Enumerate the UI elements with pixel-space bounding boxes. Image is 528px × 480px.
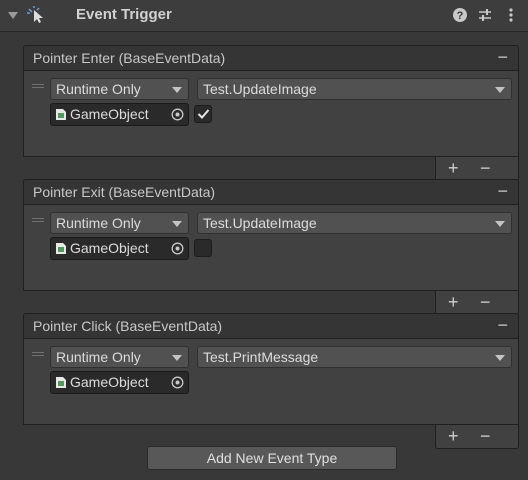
event-title: Pointer Enter (BaseEventData) [33, 50, 226, 66]
event-pointer-exit: Pointer Exit (BaseEventData) − Runtime O… [23, 179, 519, 315]
argument-checkbox[interactable] [194, 239, 212, 257]
add-listener-button[interactable]: + [448, 426, 459, 446]
event-pointer-click: Pointer Click (BaseEventData) − Runtime … [23, 313, 519, 449]
target-object-field[interactable]: GameObject [50, 103, 189, 126]
listener-entry: Runtime Only Test.PrintMessage GameObjec… [23, 339, 519, 425]
function-dropdown[interactable]: Test.PrintMessage [197, 346, 512, 368]
drag-handle-icon[interactable] [32, 218, 44, 224]
svg-text:?: ? [457, 10, 464, 22]
function-dropdown[interactable]: Test.UpdateImage [197, 212, 512, 234]
function-value: Test.UpdateImage [203, 215, 317, 231]
function-dropdown[interactable]: Test.UpdateImage [197, 78, 512, 100]
gameobject-icon [56, 243, 66, 254]
call-state-dropdown[interactable]: Runtime Only [50, 212, 189, 234]
checkmark-icon [197, 109, 210, 119]
list-footer: + − [435, 157, 519, 181]
add-listener-button[interactable]: + [448, 292, 459, 312]
event-trigger-icon [27, 6, 43, 23]
target-object-field[interactable]: GameObject [50, 371, 189, 394]
object-picker-icon[interactable] [171, 376, 184, 389]
gameobject-icon [56, 109, 66, 120]
kebab-menu-icon[interactable] [503, 7, 519, 23]
add-listener-button[interactable]: + [448, 158, 459, 178]
drag-handle-icon[interactable] [32, 352, 44, 358]
listener-entry: Runtime Only Test.UpdateImage GameObject [23, 205, 519, 291]
preset-sliders-icon[interactable] [477, 7, 493, 23]
remove-listener-button[interactable]: − [480, 158, 491, 178]
target-object-field[interactable]: GameObject [50, 237, 189, 260]
dropdown-arrow-icon [495, 87, 505, 93]
component-header: Event Trigger ? [0, 0, 528, 32]
gameobject-icon [56, 377, 66, 388]
event-title: Pointer Exit (BaseEventData) [33, 184, 216, 200]
dropdown-arrow-icon [172, 221, 182, 227]
event-header: Pointer Enter (BaseEventData) − [23, 45, 519, 71]
remove-event-button[interactable]: − [497, 315, 508, 335]
function-value: Test.PrintMessage [203, 349, 319, 365]
list-footer: + − [435, 291, 519, 315]
call-state-value: Runtime Only [56, 215, 141, 231]
dropdown-arrow-icon [495, 221, 505, 227]
foldout-arrow-icon[interactable] [8, 11, 18, 21]
argument-checkbox[interactable] [194, 105, 212, 123]
remove-listener-button[interactable]: − [480, 426, 491, 446]
target-object-value: GameObject [70, 106, 149, 122]
event-header: Pointer Exit (BaseEventData) − [23, 179, 519, 205]
remove-event-button[interactable]: − [497, 181, 508, 201]
target-object-value: GameObject [70, 240, 149, 256]
event-pointer-enter: Pointer Enter (BaseEventData) − Runtime … [23, 45, 519, 181]
dropdown-arrow-icon [495, 355, 505, 361]
remove-event-button[interactable]: − [497, 47, 508, 67]
event-header: Pointer Click (BaseEventData) − [23, 313, 519, 339]
drag-handle-icon[interactable] [32, 84, 44, 90]
component-title: Event Trigger [76, 6, 172, 23]
call-state-value: Runtime Only [56, 81, 141, 97]
target-object-value: GameObject [70, 374, 149, 390]
dropdown-arrow-icon [172, 87, 182, 93]
call-state-dropdown[interactable]: Runtime Only [50, 346, 189, 368]
list-footer: + − [435, 425, 519, 449]
dropdown-arrow-icon [172, 355, 182, 361]
object-picker-icon[interactable] [171, 108, 184, 121]
function-value: Test.UpdateImage [203, 81, 317, 97]
event-title: Pointer Click (BaseEventData) [33, 318, 223, 334]
call-state-value: Runtime Only [56, 349, 141, 365]
object-picker-icon[interactable] [171, 242, 184, 255]
help-icon[interactable]: ? [452, 7, 468, 23]
listener-entry: Runtime Only Test.UpdateImage GameObject [23, 71, 519, 157]
call-state-dropdown[interactable]: Runtime Only [50, 78, 189, 100]
add-new-event-type-button[interactable]: Add New Event Type [147, 446, 397, 470]
remove-listener-button[interactable]: − [480, 292, 491, 312]
